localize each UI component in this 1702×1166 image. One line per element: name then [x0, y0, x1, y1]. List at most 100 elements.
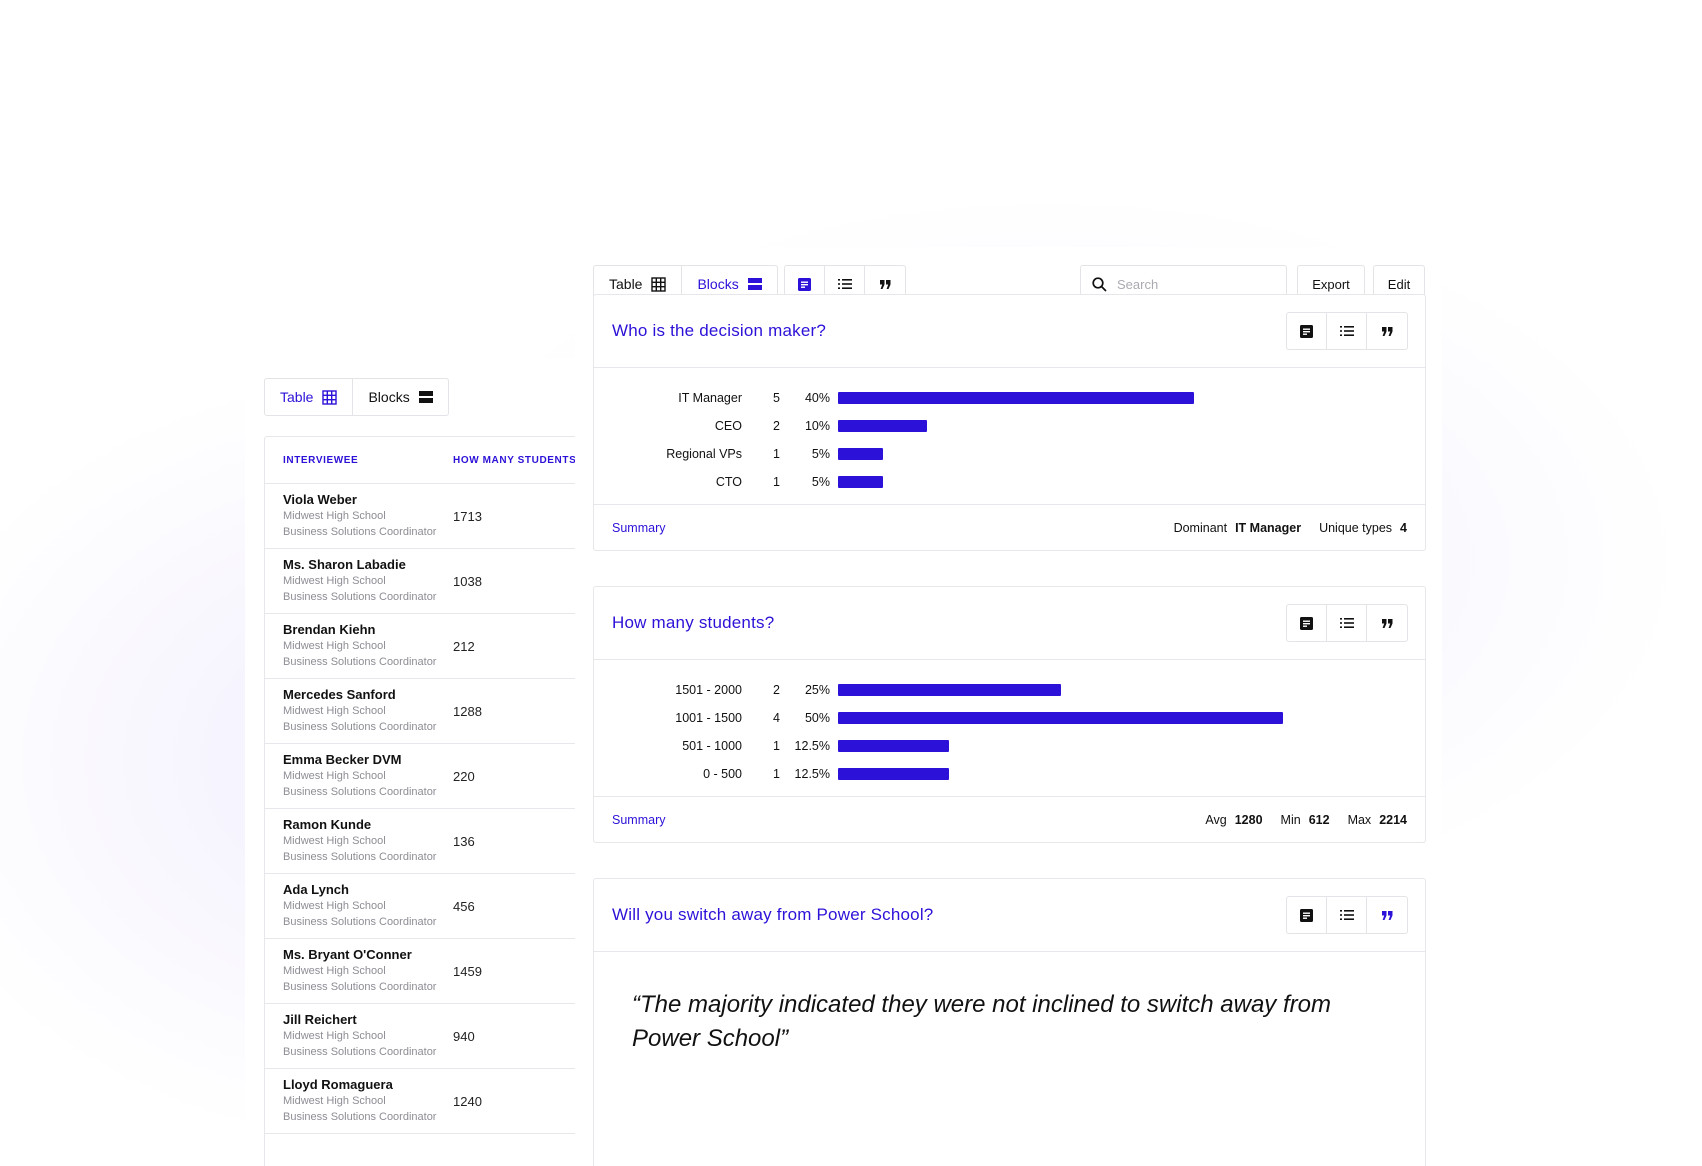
option-label: 0 - 500 — [703, 767, 742, 781]
table-view-tab[interactable]: Table — [265, 379, 354, 415]
interviewee-role: Business Solutions Coordinator — [283, 656, 437, 668]
summary-mode-button[interactable] — [1287, 897, 1327, 933]
distribution-row: 1001 - 1500 4 50% — [594, 708, 1283, 728]
table-row[interactable]: Jill Reichert Midwest High School Business… — [265, 1004, 575, 1069]
option-count: 1 — [773, 447, 780, 461]
option-percent: 40% — [804, 391, 830, 405]
interviewee-cell: Ada Lynch Midwest High School Business Sol… — [265, 882, 453, 930]
question-title: Who is the decision maker? — [612, 321, 827, 340]
interviewee-school: Midwest High School — [283, 705, 386, 717]
distribution-row: 501 - 1000 1 12.5% — [594, 736, 949, 756]
interviewee-role: Business Solutions Coordinator — [283, 786, 437, 798]
table-view-panel: Table Blocks INTERVIEWEE HOW MANY STUDEN… — [245, 358, 575, 1166]
column-header-interviewee[interactable]: INTERVIEWEE — [265, 455, 453, 466]
option-percent: 12.5% — [794, 739, 830, 753]
quote-mode-button[interactable] — [1367, 313, 1407, 349]
table-row[interactable]: Mercedes Sanford Midwest High School Busin… — [265, 679, 575, 744]
option-label: 1001 - 1500 — [675, 711, 742, 725]
list-mode-button[interactable] — [1327, 605, 1367, 641]
students-cell: 212 — [453, 638, 475, 654]
students-cell: 1713 — [453, 508, 482, 524]
table-row[interactable]: Ada Lynch Midwest High School Business Sol… — [265, 874, 575, 939]
view-toggle: Table Blocks — [264, 378, 449, 416]
interviewee-name: Brendan Kiehn — [283, 622, 376, 637]
interviewee-role: Business Solutions Coordinator — [283, 526, 437, 538]
summary-label[interactable]: Summary — [612, 813, 665, 827]
stat-label: Avg — [1205, 813, 1227, 827]
distribution-row: CTO 1 5% — [594, 472, 883, 492]
option-count: 1 — [773, 739, 780, 753]
distribution-row: 1501 - 2000 2 25% — [594, 680, 1061, 700]
card-mode-group — [1286, 896, 1408, 934]
list-icon — [1339, 618, 1354, 628]
distribution-row: 0 - 500 1 12.5% — [594, 764, 949, 784]
blocks-icon — [747, 278, 762, 290]
interviewee-role: Business Solutions Coordinator — [283, 591, 437, 603]
interviewee-cell: Ms. Bryant O'Conner Midwest High School Bu… — [265, 947, 453, 995]
option-label: 1501 - 2000 — [675, 683, 742, 697]
list-icon — [1339, 326, 1354, 336]
stat-value: 1280 — [1234, 813, 1263, 827]
table-row[interactable]: Emma Becker DVM Midwest High School Busine… — [265, 744, 575, 809]
list-mode-button[interactable] — [1327, 313, 1367, 349]
table-row[interactable]: Ms. Sharon Labadie Midwest High School Bus… — [265, 549, 575, 614]
interviewee-table: INTERVIEWEE HOW MANY STUDENTS? Viola Web… — [264, 436, 575, 1166]
interviewee-name: Ms. Sharon Labadie — [283, 557, 406, 572]
interviewee-cell: Mercedes Sanford Midwest High School Busin… — [265, 687, 453, 735]
option-percent: 10% — [804, 419, 830, 433]
summary-icon — [1300, 908, 1313, 922]
option-bar — [838, 712, 1283, 724]
table-row[interactable]: Ramon Kunde Midwest High School Business S… — [265, 809, 575, 874]
option-bar — [838, 392, 1194, 404]
stat-label: Max — [1347, 813, 1372, 827]
option-count: 5 — [773, 391, 780, 405]
students-cell: 940 — [453, 1028, 475, 1044]
summary-stats: Avg 1280 Min 612 Max 2214 — [1205, 813, 1407, 827]
table-row[interactable]: Viola Weber Midwest High School Business S… — [265, 484, 575, 549]
quote-icon — [1381, 326, 1392, 336]
table-header: INTERVIEWEE HOW MANY STUDENTS? — [265, 437, 575, 484]
search-input[interactable] — [1117, 276, 1267, 292]
interviewee-role: Business Solutions Coordinator — [283, 851, 437, 863]
option-bar — [838, 768, 949, 780]
quote-mode-button[interactable] — [1367, 897, 1407, 933]
interviewee-role: Business Solutions Coordinator — [283, 721, 437, 733]
interviewee-name: Jill Reichert — [283, 1012, 357, 1027]
option-label: IT Manager — [678, 391, 742, 405]
list-mode-button[interactable] — [1327, 897, 1367, 933]
interviewee-role: Business Solutions Coordinator — [283, 916, 437, 928]
students-cell: 1459 — [453, 963, 482, 979]
interviewee-school: Midwest High School — [283, 575, 386, 587]
stat-value: 2214 — [1379, 813, 1407, 827]
option-percent: 50% — [804, 711, 830, 725]
interviewee-school: Midwest High School — [283, 640, 386, 652]
question-card-students: How many students? 1501 - 2000 2 25% 1001 -… — [593, 586, 1426, 843]
column-header-students[interactable]: HOW MANY STUDENTS? — [453, 455, 575, 466]
option-label: Regional VPs — [666, 447, 742, 461]
blocks-view-tab[interactable]: Blocks — [353, 379, 447, 415]
question-title: How many students? — [612, 613, 775, 632]
blocks-icon — [418, 391, 433, 403]
table-row[interactable]: Ms. Bryant O'Conner Midwest High School Bu… — [265, 939, 575, 1004]
option-label: CTO — [715, 475, 742, 489]
option-bar — [838, 684, 1061, 696]
distribution-bars: IT Manager 5 40% CEO 2 10% Regional VPs 1 5% CTO 1… — [594, 368, 1425, 504]
summary-mode-button[interactable] — [1287, 313, 1327, 349]
interviewee-role: Business Solutions Coordinator — [283, 1111, 437, 1123]
question-header: Who is the decision maker? — [594, 295, 1425, 368]
question-card-decision-maker: Who is the decision maker? IT Manager 5 40… — [593, 294, 1426, 551]
option-percent: 5% — [811, 475, 830, 489]
quote-mode-button[interactable] — [1367, 605, 1407, 641]
card-mode-group — [1286, 604, 1408, 642]
list-icon — [1339, 910, 1354, 920]
table-row[interactable]: Lloyd Romaguera Midwest High School Busine… — [265, 1069, 575, 1134]
summary-mode-button[interactable] — [1287, 605, 1327, 641]
interviewee-school: Midwest High School — [283, 770, 386, 782]
students-cell: 456 — [453, 898, 475, 914]
summary-quote: “The majority indicated they were not in… — [632, 991, 1331, 1052]
table-row[interactable]: Brendan Kiehn Midwest High School Business… — [265, 614, 575, 679]
option-count: 1 — [773, 475, 780, 489]
distribution-row: Regional VPs 1 5% — [594, 444, 883, 464]
summary-label[interactable]: Summary — [612, 521, 665, 535]
interviewee-role: Business Solutions Coordinator — [283, 981, 437, 993]
